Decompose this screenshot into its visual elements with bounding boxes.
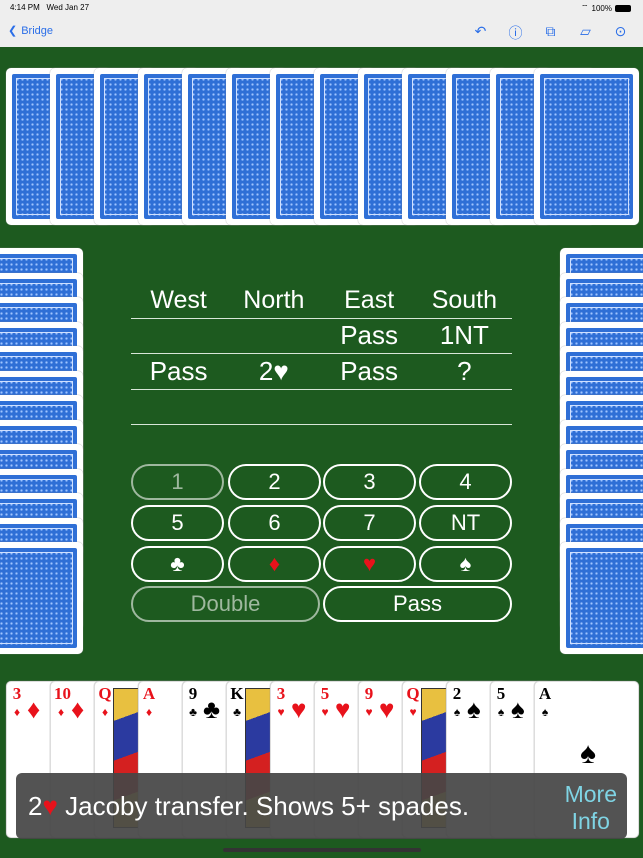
bid-button-clubs[interactable]: ♣ xyxy=(131,546,224,582)
back-button[interactable]: ❮ Bridge xyxy=(8,24,53,38)
card-rank: A ♦ xyxy=(142,684,156,719)
info-bid: 2 xyxy=(28,791,43,821)
card-rank: 2 ♠ xyxy=(452,684,462,719)
chevron-left-icon: ❮ xyxy=(8,25,18,37)
bid-button-diamonds[interactable]: ♦ xyxy=(228,546,321,582)
card-rank: 5 ♠ xyxy=(496,684,506,719)
bidding-table: West North East South Pass 1NT Pass 2♥ Pass? xyxy=(131,283,512,425)
bid-info-panel: 2♥ Jacoby transfer. Shows 5+ spades. Mor… xyxy=(16,773,627,839)
suit-pip: ♥ xyxy=(291,694,307,724)
bid-row: Pass 2♥ Pass? xyxy=(131,354,512,390)
bid-button-nt[interactable]: NT xyxy=(419,505,512,541)
header-north: North xyxy=(243,285,305,314)
card-rank: A ♠ xyxy=(538,684,552,719)
card-rank: Q ♥ xyxy=(406,684,420,719)
bid-cell: Pass xyxy=(149,355,208,386)
card-back xyxy=(560,542,643,654)
card-rank: 10 ♦ xyxy=(54,684,71,719)
header-west: West xyxy=(150,285,207,314)
card-back xyxy=(534,68,639,225)
bid-cell: 1NT xyxy=(439,320,489,351)
home-indicator xyxy=(223,848,421,852)
more-info-button[interactable]: More Info xyxy=(565,781,617,835)
hint-icon[interactable]: ⧉ xyxy=(542,23,559,43)
bid-button-4[interactable]: 4 xyxy=(419,464,512,500)
card-rank: 9 ♥ xyxy=(364,684,374,719)
cards-icon[interactable]: ▱ xyxy=(577,23,594,43)
bid-button-6[interactable]: 6 xyxy=(228,505,321,541)
wifi-icon: ⌔ xyxy=(581,3,589,12)
bid-button-hearts[interactable]: ♥ xyxy=(323,546,416,582)
help-icon[interactable]: ⓘ xyxy=(507,23,524,43)
card-rank: K ♣ xyxy=(230,684,244,719)
bid-row xyxy=(131,390,512,425)
suit-pip: ♠ xyxy=(511,694,525,724)
suit-pip: ♣ xyxy=(203,694,221,724)
suit-pip: ♥ xyxy=(335,694,351,724)
suit-pip: ♥ xyxy=(379,694,395,724)
header-south: South xyxy=(431,285,498,314)
card-rank: Q ♦ xyxy=(98,684,112,719)
suit-pip: ♦ xyxy=(27,694,41,724)
bid-button-2[interactable]: 2 xyxy=(228,464,321,500)
spade-icon: ♠ xyxy=(580,737,596,770)
bid-button-1[interactable]: 1 xyxy=(131,464,224,500)
bid-cell: Pass xyxy=(340,355,399,386)
card-back xyxy=(0,542,83,654)
double-button[interactable]: Double xyxy=(131,586,320,622)
bid-button-7[interactable]: 7 xyxy=(323,505,416,541)
card-rank: 9 ♣ xyxy=(188,684,198,719)
bid-cell: 2♥ xyxy=(258,355,289,386)
card-rank: 3 ♥ xyxy=(276,684,286,719)
undo-icon[interactable]: ↶ xyxy=(472,23,489,43)
status-time: 4:14 PM Wed Jan 27 xyxy=(10,3,90,12)
bid-button-spades[interactable]: ♠ xyxy=(419,546,512,582)
suit-pip: ♦ xyxy=(71,694,85,724)
bid-button-3[interactable]: 3 xyxy=(323,464,416,500)
bid-cell: ? xyxy=(457,355,472,386)
battery-icon xyxy=(615,4,631,12)
pass-button[interactable]: Pass xyxy=(323,586,512,622)
status-right: ⌔ 100% xyxy=(581,3,631,13)
more-icon[interactable]: ⊙ xyxy=(612,23,629,43)
header-east: East xyxy=(344,285,395,314)
bid-button-5[interactable]: 5 xyxy=(131,505,224,541)
heart-icon: ♥ xyxy=(273,355,289,386)
heart-icon: ♥ xyxy=(42,791,58,821)
card-rank: 3 ♦ xyxy=(12,684,22,719)
bid-row: Pass 1NT xyxy=(131,319,512,354)
info-text: Jacoby transfer. Shows 5+ spades. xyxy=(65,791,470,821)
status-bar: 4:14 PM Wed Jan 27 ⌔ 100% ❮ Bridge ↶ ⓘ ⧉ ▱… xyxy=(0,0,643,47)
suit-pip: ♠ xyxy=(467,694,481,724)
bid-cell: Pass xyxy=(340,320,399,351)
card-rank: 5 ♥ xyxy=(320,684,330,719)
